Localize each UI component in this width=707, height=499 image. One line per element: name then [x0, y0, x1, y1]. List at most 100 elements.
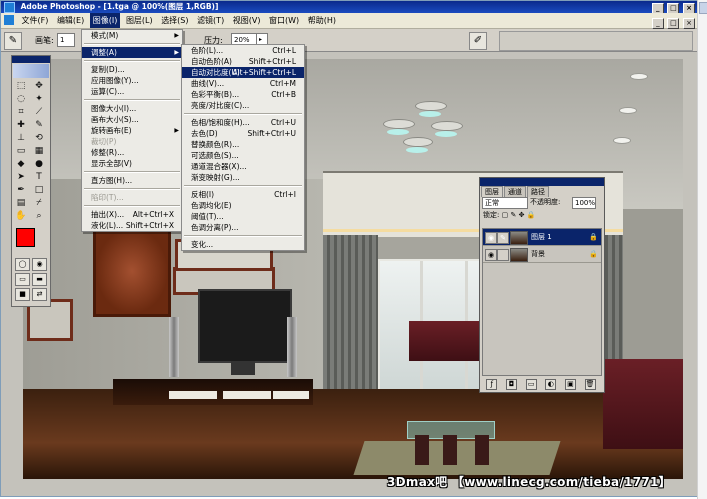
toolbox-logo[interactable] [13, 64, 49, 78]
menu-select[interactable]: 选择(S) [158, 13, 191, 28]
adjust-menu-item[interactable]: 变化... [182, 239, 304, 250]
layers-palette: 图层 通道 路径 正常 不透明度: 100% 锁定: ▢ ✎ ✥ 🔒 ◉ ✎ 图层 1 🔒… [479, 177, 605, 393]
adjust-menu-item[interactable]: 色彩平衡(B)... Ctrl+B [182, 89, 304, 100]
image-menu-item[interactable]: 运算(C)... [82, 86, 182, 97]
slice-tool-icon[interactable]: ⟋ [31, 106, 47, 118]
marquee-tool-icon[interactable]: ⬚ [13, 80, 29, 92]
brush-tool-icon[interactable]: ✎ [31, 119, 47, 131]
menu-view[interactable]: 视图(V) [230, 13, 264, 28]
adjust-menu-item[interactable]: 亮度/对比度(C)... [182, 100, 304, 111]
doc-restore-button[interactable]: □ [667, 18, 680, 29]
adjust-menu-item[interactable]: 色调均化(E) [182, 200, 304, 211]
image-menu-item[interactable]: 图像大小(I)... [82, 103, 182, 114]
adjust-menu-item[interactable]: 渐变映射(G)... [182, 172, 304, 183]
zoom-tool-icon[interactable]: ⌕ [31, 210, 47, 222]
menu-window[interactable]: 窗口(W) [266, 13, 302, 28]
new-layer-icon[interactable]: ▣ [564, 378, 576, 390]
adjust-menu-item[interactable]: 自动色阶(A) Shift+Ctrl+L [182, 56, 304, 67]
image-menu-item[interactable]: 液化(L)... Shift+Ctrl+X [82, 220, 182, 231]
visibility-eye-icon[interactable]: ◉ [485, 232, 497, 244]
visibility-eye-icon[interactable]: ◉ [485, 249, 497, 261]
image-menu-item[interactable]: 应用图像(Y)... [82, 75, 182, 86]
document-icon[interactable] [4, 15, 14, 25]
blend-mode-select[interactable]: 正常 [482, 197, 528, 209]
history-brush-tool-icon[interactable]: ⟲ [31, 132, 47, 144]
image-menu-item[interactable]: 调整(A) ▶ [82, 47, 182, 58]
adjust-menu-item[interactable]: 替换颜色(R)... [182, 139, 304, 150]
magic-wand-tool-icon[interactable]: ✦ [31, 93, 47, 105]
adjust-menu-item[interactable]: 反相(I) Ctrl+I [182, 189, 304, 200]
adjust-menu-item[interactable]: 色相/饱和度(H)... Ctrl+U [182, 117, 304, 128]
gradient-tool-icon[interactable]: ▦ [31, 145, 47, 157]
new-set-icon[interactable]: ▭ [525, 378, 537, 390]
image-menu-item[interactable]: 显示全部(V) [82, 158, 182, 169]
menu-filter[interactable]: 滤镜(T) [194, 13, 227, 28]
lasso-tool-icon[interactable]: ◌ [13, 93, 29, 105]
adjust-menu-item[interactable]: 色调分离(P)... [182, 222, 304, 233]
doc-close-button[interactable]: × [683, 18, 695, 29]
adjust-menu-item[interactable]: 自动对比度(U) Alt+Shift+Ctrl+L [182, 67, 304, 78]
image-menu-item[interactable]: 模式(M) ▶ [82, 30, 182, 41]
lock-transparency-icon[interactable]: ▢ [502, 211, 509, 219]
type-tool-icon[interactable]: T [31, 171, 47, 183]
lock-position-icon[interactable]: ✥ [519, 211, 525, 219]
full-screen-icon[interactable]: ■ [15, 288, 30, 301]
brush-tool-icon[interactable]: ✎ [4, 32, 22, 50]
menu-file[interactable]: 文件(F) [19, 13, 52, 28]
add-mask-icon[interactable]: ◘ [505, 378, 517, 390]
adjust-menu-item[interactable]: 色阶(L)... Ctrl+L [182, 45, 304, 56]
layer-row[interactable]: ◉ ✎ 图层 1 🔒 [483, 229, 601, 246]
adjust-menu-item[interactable]: 曲线(V)... Ctrl+M [182, 78, 304, 89]
foreground-color-swatch[interactable] [16, 228, 35, 247]
move-tool-icon[interactable]: ✥ [31, 80, 47, 92]
brush-size-picker[interactable]: 1 [57, 33, 75, 47]
shape-tool-icon[interactable]: □ [31, 184, 47, 196]
browser-frame: Adobe Photoshop - [1.tga @ 100%(图层 1,RGB… [0, 0, 698, 497]
airbrush-icon[interactable]: ✐ [469, 32, 487, 50]
menu-edit[interactable]: 编辑(E) [54, 13, 87, 28]
dodge-tool-icon[interactable]: ● [31, 158, 47, 170]
eraser-tool-icon[interactable]: ▭ [13, 145, 29, 157]
adjustment-layer-icon[interactable]: ◐ [545, 378, 557, 390]
standard-mode-icon[interactable]: ◯ [15, 258, 30, 271]
image-menu-item[interactable]: 直方图(H)... [82, 175, 182, 186]
adjust-menu-item[interactable]: 阈值(T)... [182, 211, 304, 222]
notes-tool-icon[interactable]: ▤ [13, 197, 29, 209]
adjust-menu-item[interactable]: 通道混合器(X)... [182, 161, 304, 172]
adjust-menu-item[interactable]: 去色(D) Shift+Ctrl+U [182, 128, 304, 139]
image-menu-item[interactable]: 画布大小(S)... [82, 114, 182, 125]
standard-screen-icon[interactable]: ▭ [15, 273, 30, 286]
opacity-input[interactable]: 100% [572, 197, 596, 209]
jump-to-imageready-icon[interactable]: ⇄ [32, 288, 47, 301]
path-selection-tool-icon[interactable]: ➤ [13, 171, 29, 183]
image-menu-item[interactable]: 修整(R)... [82, 147, 182, 158]
image-menu-item[interactable]: 复制(D)... [82, 64, 182, 75]
crop-tool-icon[interactable]: ⌗ [13, 106, 29, 118]
scrollbar-thumb[interactable] [699, 2, 707, 14]
menu-layer[interactable]: 图层(L) [123, 13, 156, 28]
healing-brush-tool-icon[interactable]: ✚ [13, 119, 29, 131]
layer-brush-icon[interactable]: ✎ [497, 232, 509, 244]
delete-layer-icon[interactable]: 🗑 [584, 378, 596, 390]
full-screen-menu-icon[interactable]: ▬ [32, 273, 47, 286]
eyedropper-tool-icon[interactable]: ⌿ [31, 197, 47, 209]
layer-brush-icon[interactable] [497, 249, 509, 261]
layer-style-icon[interactable]: ƒ [486, 378, 498, 390]
image-menu-item[interactable]: 旋转画布(E) ▶ [82, 125, 182, 136]
doc-minimize-button[interactable]: _ [651, 18, 664, 29]
lock-all-icon[interactable]: 🔒 [527, 211, 536, 219]
quick-mask-icon[interactable]: ◉ [32, 258, 47, 271]
adjust-menu-item-label: 反相(I) [191, 190, 215, 199]
hand-tool-icon[interactable]: ✋ [13, 210, 29, 222]
lock-image-icon[interactable]: ✎ [510, 211, 516, 219]
page-scrollbar[interactable] [697, 0, 707, 499]
menu-help[interactable]: 帮助(H) [305, 13, 339, 28]
blur-tool-icon[interactable]: ◆ [13, 158, 29, 170]
menu-image[interactable]: 图像(I) [89, 13, 121, 28]
image-menu-item[interactable]: 抽出(X)... Alt+Ctrl+X [82, 209, 182, 220]
layers-palette-title-bar[interactable] [480, 178, 604, 186]
clone-stamp-tool-icon[interactable]: ⊥ [13, 132, 29, 144]
pen-tool-icon[interactable]: ✒ [13, 184, 29, 196]
adjust-menu-item[interactable]: 可选颜色(S)... [182, 150, 304, 161]
layer-row[interactable]: ◉ 背景 🔒 [483, 246, 601, 263]
